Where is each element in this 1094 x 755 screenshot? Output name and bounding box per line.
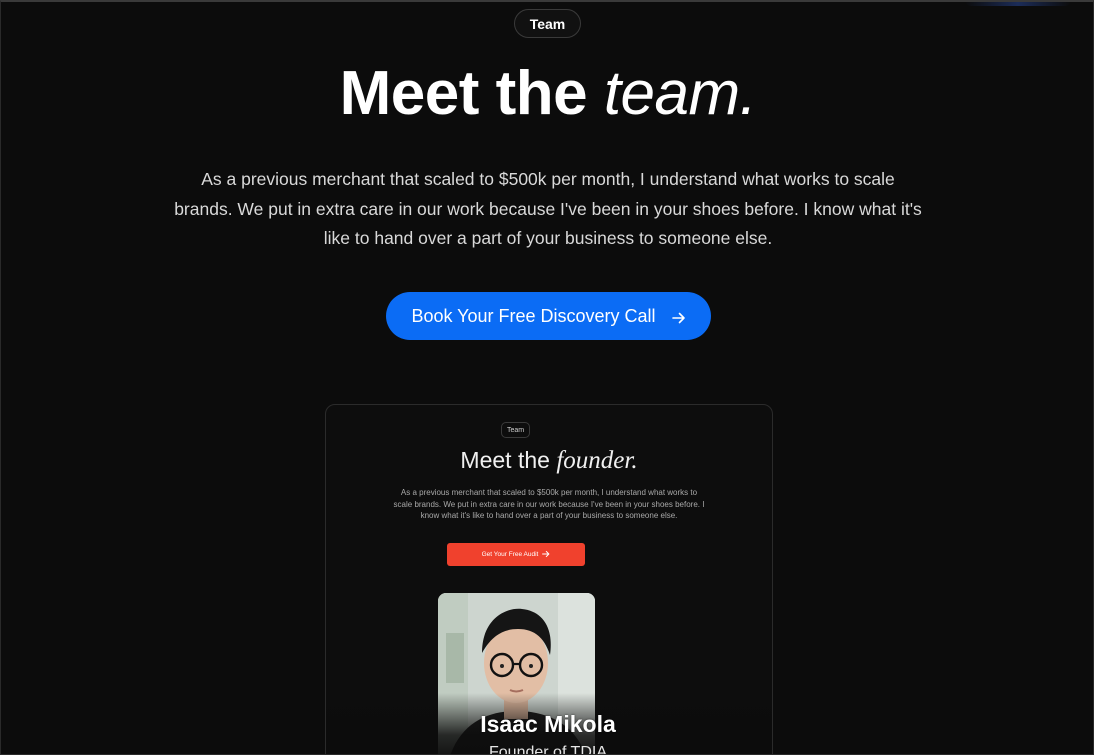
- arrow-right-icon: [671, 309, 686, 324]
- top-glow-decoration: [965, 2, 1071, 6]
- page-title-italic: team.: [603, 59, 757, 128]
- preview-free-audit-button[interactable]: Get Your Free Audit: [447, 543, 585, 566]
- member-name: Isaac Mikola: [480, 711, 616, 737]
- book-discovery-call-button[interactable]: Book Your Free Discovery Call: [386, 292, 711, 340]
- book-discovery-call-label: Book Your Free Discovery Call: [411, 305, 656, 326]
- preview-title: Meet the founder.: [326, 447, 772, 475]
- preview-team-badge: Team: [501, 422, 530, 438]
- member-role: Founder of TDIA: [489, 744, 607, 755]
- page-frame: Team Meet the team. As a previous mercha…: [0, 0, 1094, 755]
- team-badge: Team: [514, 9, 581, 38]
- founder-preview-card: Team Meet the founder. As a previous mer…: [325, 404, 773, 754]
- preview-team-badge-label: Team: [506, 426, 525, 434]
- arrow-right-icon: [542, 550, 550, 560]
- preview-title-italic: founder.: [556, 447, 638, 474]
- page-title-main: Meet the: [339, 59, 604, 128]
- page-title: Meet the team.: [1, 56, 1093, 132]
- page-subtitle: As a previous merchant that scaled to $5…: [174, 169, 922, 248]
- preview-free-audit-label: Get Your Free Audit: [481, 551, 539, 558]
- preview-subtitle: As a previous merchant that scaled to $5…: [393, 488, 705, 520]
- team-badge-label: Team: [529, 15, 566, 32]
- preview-title-main: Meet the: [460, 447, 557, 473]
